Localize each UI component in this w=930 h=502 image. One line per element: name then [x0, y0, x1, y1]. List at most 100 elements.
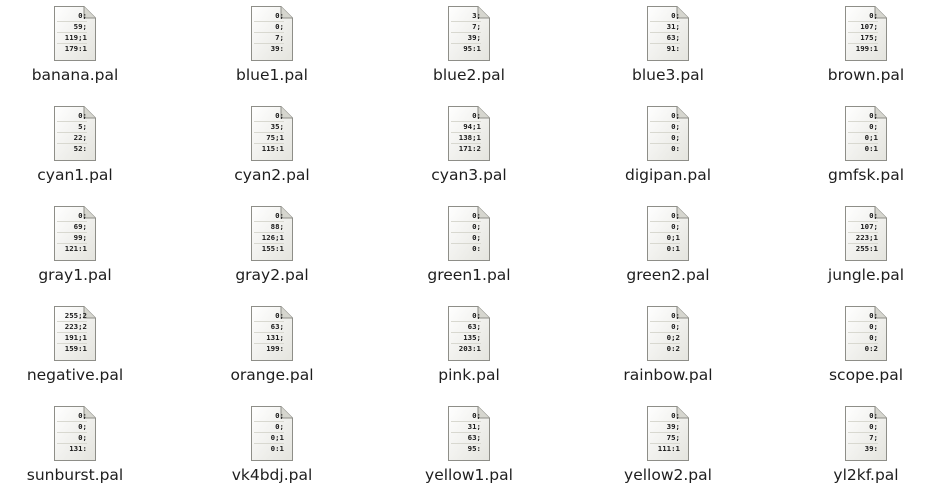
text-file-icon: 0; 107; 223;1 255:1 [844, 205, 888, 262]
text-file-icon: 0; 31; 63; 91: [646, 5, 690, 62]
preview-line: 111:1 [657, 444, 680, 453]
file-item[interactable]: 0; 0; 0;1 0:1 vk4bdj.pal [207, 400, 337, 490]
file-name-label: yellow1.pal [425, 466, 513, 484]
preview-line: 0:1 [666, 244, 680, 253]
file-item[interactable]: 0; 94;1 138;1 171:2 cyan3.pal [404, 100, 534, 190]
preview-line: 0;1 [254, 433, 284, 444]
file-preview-text: 0; 63; 131; 199: [254, 311, 284, 354]
text-file-icon: 255;2 223;2 191;1 159:1 [53, 305, 97, 362]
preview-line: 135; [451, 333, 481, 344]
preview-line: 95:1 [463, 44, 481, 53]
file-item[interactable]: 255;2 223;2 191;1 159:1 negative.pal [10, 300, 140, 390]
file-item[interactable]: 0; 0; 7; 39: yl2kf.pal [801, 400, 930, 490]
file-preview-text: 0; 0; 0;1 0:1 [848, 111, 878, 154]
file-item[interactable]: 0; 31; 63; 95: yellow1.pal [404, 400, 534, 490]
file-item[interactable]: 0; 5; 22; 52: cyan1.pal [10, 100, 140, 190]
preview-line: 0; [451, 111, 481, 122]
preview-line: 0; [57, 111, 87, 122]
file-item[interactable]: 0; 0; 0; 0: digipan.pal [603, 100, 733, 190]
text-file-icon: 0; 69; 99; 121:1 [53, 205, 97, 262]
file-preview-text: 0; 107; 175; 199:1 [848, 11, 878, 54]
file-preview-text: 0; 0; 0;1 0:1 [254, 411, 284, 454]
file-item[interactable]: 0; 0; 0; 131: sunburst.pal [10, 400, 140, 490]
file-item[interactable]: 0; 0; 0;1 0:1 gmfsk.pal [801, 100, 930, 190]
preview-line: 39: [864, 444, 878, 453]
preview-line: 0: [671, 144, 680, 153]
preview-line: 159:1 [64, 344, 87, 353]
file-preview-text: 0; 31; 63; 95: [451, 411, 481, 454]
file-name-label: pink.pal [438, 366, 500, 384]
file-item[interactable]: 3; 7; 39; 95:1 blue2.pal [404, 0, 534, 90]
preview-line: 121:1 [64, 244, 87, 253]
preview-line: 35; [254, 122, 284, 133]
text-file-icon: 0; 5; 22; 52: [53, 105, 97, 162]
file-item[interactable]: 0; 0; 0;1 0:1 green2.pal [603, 200, 733, 290]
preview-line: 0; [650, 222, 680, 233]
file-preview-text: 0; 0; 7; 39: [254, 11, 284, 54]
text-file-icon: 0; 107; 175; 199:1 [844, 5, 888, 62]
file-item[interactable]: 0; 59; 119;1 179:1 banana.pal [10, 0, 140, 90]
file-preview-text: 0; 0; 0;1 0:1 [650, 211, 680, 254]
preview-line: 131: [69, 444, 87, 453]
file-name-label: blue1.pal [236, 66, 308, 84]
preview-line: 91: [666, 44, 680, 53]
file-preview-text: 3; 7; 39; 95:1 [451, 11, 481, 54]
file-name-label: banana.pal [31, 66, 119, 84]
file-item[interactable]: 0; 63; 131; 199: orange.pal [207, 300, 337, 390]
preview-line: 126;1 [254, 233, 284, 244]
preview-line: 75; [650, 433, 680, 444]
preview-line: 5; [57, 122, 87, 133]
preview-line: 0; [650, 211, 680, 222]
text-file-icon: 0; 0; 0; 0:2 [844, 305, 888, 362]
file-item[interactable]: 0; 0; 0;2 0:2 rainbow.pal [603, 300, 733, 390]
file-item[interactable]: 0; 69; 99; 121:1 gray1.pal [10, 200, 140, 290]
file-name-label: vk4bdj.pal [231, 466, 313, 484]
file-item[interactable]: 0; 107; 175; 199:1 brown.pal [801, 0, 930, 90]
file-item[interactable]: 0; 63; 135; 203:1 pink.pal [404, 300, 534, 390]
preview-line: 0; [57, 422, 87, 433]
text-file-icon: 0; 0; 0;1 0:1 [250, 405, 294, 462]
preview-line: 223;2 [57, 322, 87, 333]
preview-line: 0; [848, 122, 878, 133]
preview-line: 0:2 [666, 344, 680, 353]
file-preview-text: 0; 5; 22; 52: [57, 111, 87, 154]
file-item[interactable]: 0; 0; 0; 0: green1.pal [404, 200, 534, 290]
preview-line: 203:1 [458, 344, 481, 353]
preview-line: 0; [57, 211, 87, 222]
file-item[interactable]: 0; 0; 0; 0:2 scope.pal [801, 300, 930, 390]
file-name-label: cyan1.pal [37, 166, 113, 184]
preview-line: 0; [451, 411, 481, 422]
preview-line: 0; [848, 411, 878, 422]
file-name-label: sunburst.pal [26, 466, 124, 484]
file-name-label: cyan3.pal [431, 166, 507, 184]
file-name-label: negative.pal [26, 366, 124, 384]
file-item[interactable]: 0; 88; 126;1 155:1 gray2.pal [207, 200, 337, 290]
file-item[interactable]: 0; 31; 63; 91: blue3.pal [603, 0, 733, 90]
file-item[interactable]: 0; 35; 75;1 115:1 cyan2.pal [207, 100, 337, 190]
preview-line: 0; [57, 433, 87, 444]
preview-line: 52: [73, 144, 87, 153]
preview-line: 39; [650, 422, 680, 433]
preview-line: 31; [451, 422, 481, 433]
file-item[interactable]: 0; 107; 223;1 255:1 jungle.pal [801, 200, 930, 290]
file-name-label: yl2kf.pal [833, 466, 899, 484]
preview-line: 39: [270, 44, 284, 53]
preview-line: 31; [650, 22, 680, 33]
text-file-icon: 0; 0; 0; 0: [646, 105, 690, 162]
file-preview-text: 0; 88; 126;1 155:1 [254, 211, 284, 254]
text-file-icon: 0; 59; 119;1 179:1 [53, 5, 97, 62]
preview-line: 0; [254, 11, 284, 22]
file-name-label: jungle.pal [827, 266, 905, 284]
preview-line: 0; [254, 422, 284, 433]
text-file-icon: 0; 0; 0;1 0:1 [646, 205, 690, 262]
preview-line: 119;1 [57, 33, 87, 44]
preview-line: 69; [57, 222, 87, 233]
preview-line: 63; [451, 433, 481, 444]
preview-line: 155:1 [261, 244, 284, 253]
file-item[interactable]: 0; 39; 75; 111:1 yellow2.pal [603, 400, 733, 490]
preview-line: 175; [848, 33, 878, 44]
preview-line: 63; [254, 322, 284, 333]
text-file-icon: 0; 0; 7; 39: [844, 405, 888, 462]
file-item[interactable]: 0; 0; 7; 39: blue1.pal [207, 0, 337, 90]
file-preview-text: 0; 107; 223;1 255:1 [848, 211, 878, 254]
